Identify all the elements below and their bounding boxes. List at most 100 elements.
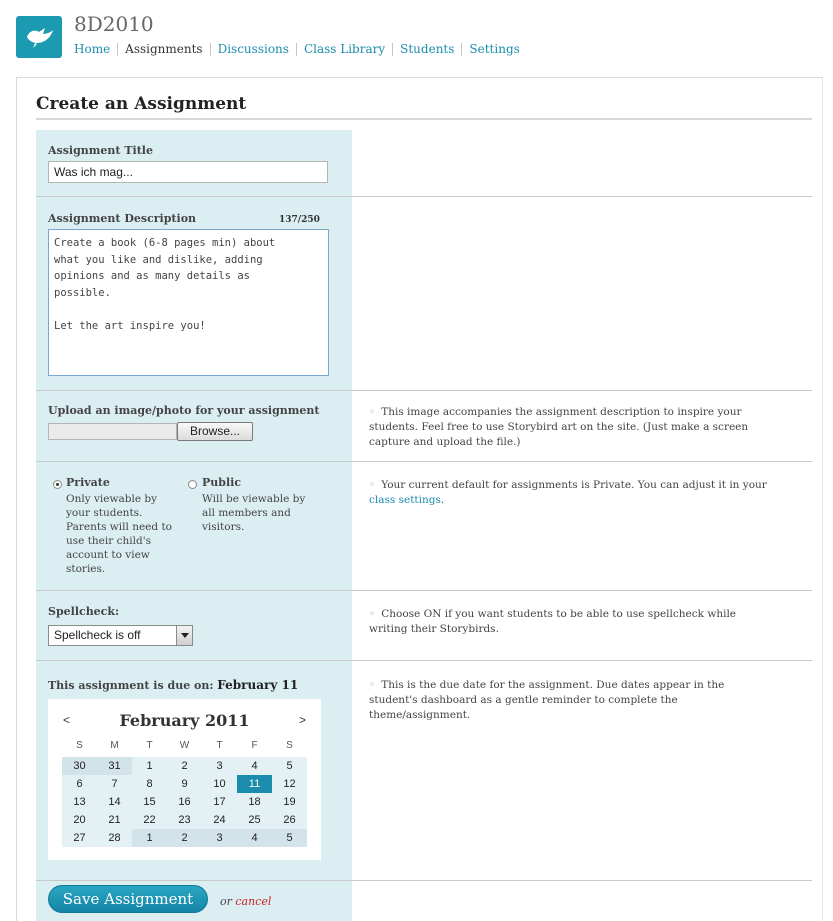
calendar-day[interactable]: 27	[62, 829, 97, 847]
calendar-day[interactable]: 8	[132, 775, 167, 793]
calendar-day[interactable]: 6	[62, 775, 97, 793]
calendar-day[interactable]: 4	[237, 757, 272, 775]
assignment-description-textarea[interactable]: Create a book (6-8 pages min) about what…	[48, 229, 329, 376]
file-path-field[interactable]	[48, 423, 177, 440]
calendar-day[interactable]: 19	[272, 793, 307, 811]
bullet-icon: ◦	[369, 679, 376, 691]
calendar-grid: S M T W T F S 30 31 1 2 3 4 5 6 7 8 9 10 11 12 13 14 15 16 17 18 19…	[62, 739, 307, 847]
calendar-day[interactable]: 12	[272, 775, 307, 793]
spellcheck-label: Spellcheck:	[48, 605, 120, 618]
browse-button[interactable]: Browse...	[177, 422, 253, 441]
row-divider	[36, 461, 812, 462]
bullet-icon: ◦	[369, 406, 376, 418]
spellcheck-select[interactable]: Spellcheck is off	[48, 625, 193, 646]
calendar-day[interactable]: 1	[132, 829, 167, 847]
calendar-day[interactable]: 5	[272, 829, 307, 847]
bullet-icon: ◦	[369, 479, 376, 491]
row-divider	[36, 590, 812, 591]
calendar-day[interactable]: 7	[97, 775, 132, 793]
class-settings-link[interactable]: class settings	[369, 494, 441, 506]
private-option-title: Private	[66, 476, 110, 489]
due-date-help-text: This is the due date for the assignment.…	[369, 679, 725, 721]
calendar-day[interactable]: 26	[272, 811, 307, 829]
upload-help-text: This image accompanies the assignment de…	[369, 406, 749, 448]
class-title: 8D2010	[74, 12, 154, 36]
calendar-day[interactable]: 13	[62, 793, 97, 811]
upload-label: Upload an image/photo for your assignmen…	[48, 404, 320, 417]
or-cancel: or cancel	[220, 895, 271, 908]
spellcheck-help: ◦ Choose ON if you want students to be ab…	[369, 607, 769, 637]
public-option-title: Public	[202, 476, 242, 489]
weekday-header: M	[110, 740, 119, 751]
due-date-help: ◦ This is the due date for the assignment…	[369, 678, 769, 723]
calendar-month-label: February 2011	[119, 711, 250, 730]
calendar-day[interactable]: 4	[237, 829, 272, 847]
assignment-description-label: Assignment Description	[48, 212, 197, 225]
assignment-title-label: Assignment Title	[48, 144, 153, 157]
due-date-label: This assignment is due on: February 11	[48, 678, 298, 692]
calendar-day[interactable]: 5	[272, 757, 307, 775]
chevron-down-icon[interactable]	[176, 626, 192, 645]
calendar-day[interactable]: 28	[97, 829, 132, 847]
nav-settings[interactable]: Settings	[461, 43, 526, 56]
calendar-day[interactable]: 15	[132, 793, 167, 811]
class-nav: Home Assignments Discussions Class Libra…	[74, 43, 527, 56]
row-divider	[36, 196, 812, 197]
due-date-prefix: This assignment is due on:	[48, 679, 214, 692]
nav-discussions[interactable]: Discussions	[209, 43, 296, 56]
public-radio[interactable]	[188, 480, 197, 489]
storybird-logo[interactable]	[16, 16, 62, 58]
main-panel: Create an Assignment Assignment Title As…	[16, 77, 823, 921]
calendar-day[interactable]: 14	[97, 793, 132, 811]
calendar-day[interactable]: 17	[202, 793, 237, 811]
weekday-header: S	[286, 740, 293, 751]
calendar-day[interactable]: 2	[167, 757, 202, 775]
page-title: Create an Assignment	[36, 94, 247, 114]
bird-icon	[27, 28, 53, 48]
calendar-day[interactable]: 2	[167, 829, 202, 847]
title-divider	[36, 118, 812, 120]
calendar-day[interactable]: 30	[62, 757, 97, 775]
calendar-day[interactable]: 18	[237, 793, 272, 811]
weekday-header: T	[146, 740, 153, 751]
date-picker: < February 2011 > S M T W T F S 30 31 1 2 3 4 5 6 7 8 9 10…	[48, 699, 321, 860]
spellcheck-value: Spellcheck is off	[54, 628, 141, 642]
row-divider	[36, 390, 812, 391]
privacy-help-text: Your current default for assignments is …	[381, 479, 767, 491]
save-assignment-button[interactable]: Save Assignment	[48, 885, 208, 913]
nav-assignments[interactable]: Assignments	[117, 43, 209, 56]
calendar-day-selected[interactable]: 11	[237, 775, 272, 793]
calendar-day[interactable]: 16	[167, 793, 202, 811]
private-radio[interactable]	[53, 480, 62, 489]
character-counter: 137/250	[279, 215, 320, 225]
spellcheck-help-text: Choose ON if you want students to be abl…	[369, 608, 737, 635]
privacy-help-suffix: .	[440, 494, 445, 506]
next-month-button[interactable]: >	[299, 713, 306, 727]
public-option-description: Will be viewable by all members and visi…	[202, 493, 306, 533]
calendar-day[interactable]: 20	[62, 811, 97, 829]
or-text: or	[220, 895, 232, 908]
calendar-day[interactable]: 1	[132, 757, 167, 775]
calendar-day[interactable]: 3	[202, 757, 237, 775]
calendar-day[interactable]: 9	[167, 775, 202, 793]
calendar-day[interactable]: 3	[202, 829, 237, 847]
row-divider	[36, 660, 812, 661]
bullet-icon: ◦	[369, 608, 376, 620]
nav-class-library[interactable]: Class Library	[295, 43, 392, 56]
due-date-value: February 11	[217, 678, 299, 692]
nav-students[interactable]: Students	[392, 43, 461, 56]
assignment-title-input[interactable]	[48, 161, 328, 183]
weekday-header: W	[179, 740, 190, 751]
cancel-link[interactable]: cancel	[235, 895, 271, 908]
calendar-day[interactable]: 31	[97, 757, 132, 775]
calendar-day[interactable]: 22	[132, 811, 167, 829]
weekday-header: F	[251, 740, 258, 751]
calendar-day[interactable]: 24	[202, 811, 237, 829]
private-option-description: Only viewable by your students. Parents …	[66, 493, 172, 575]
calendar-day[interactable]: 23	[167, 811, 202, 829]
calendar-day[interactable]: 10	[202, 775, 237, 793]
nav-home[interactable]: Home	[74, 43, 117, 56]
weekday-header: T	[216, 740, 223, 751]
calendar-day[interactable]: 21	[97, 811, 132, 829]
calendar-day[interactable]: 25	[237, 811, 272, 829]
